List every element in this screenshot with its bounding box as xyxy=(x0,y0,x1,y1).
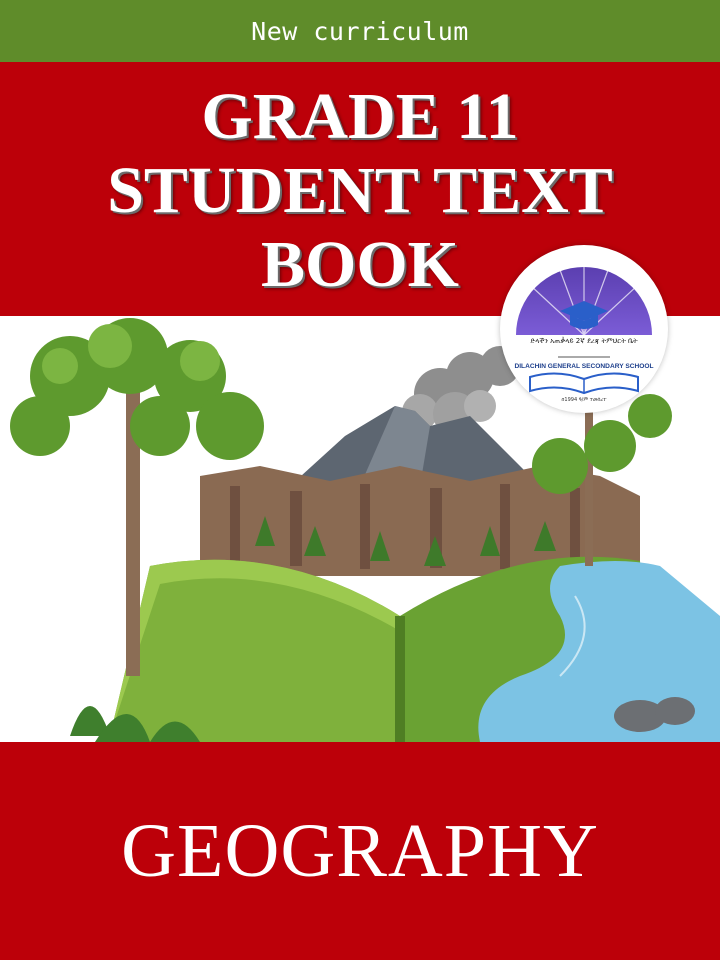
banner-text: New curriculum xyxy=(251,16,469,46)
logo-amharic-name: ድላችን አጠቃላይ 2ኛ ደረጃ ትምህርት ቤት xyxy=(530,337,638,345)
logo-established: በ1994 ዓ/ም ተመሰረተ xyxy=(561,397,607,403)
title-line-2: STUDENT TEXT xyxy=(107,154,613,227)
book-left-page xyxy=(100,559,400,742)
tree-canopy xyxy=(10,318,264,460)
subject-title: GEOGRAPHY xyxy=(121,808,599,893)
top-banner: New curriculum xyxy=(0,0,720,62)
title-line-1: GRADE 11 xyxy=(201,80,519,153)
logo-school-name: DILACHIN GENERAL SECONDARY SCHOOL xyxy=(514,363,654,370)
subject-band: GEOGRAPHY xyxy=(0,742,720,960)
school-logo: ድላችን አጠቃላይ 2ኛ ደረጃ ትምህርት ቤት DILACHIN GENE… xyxy=(500,245,668,413)
